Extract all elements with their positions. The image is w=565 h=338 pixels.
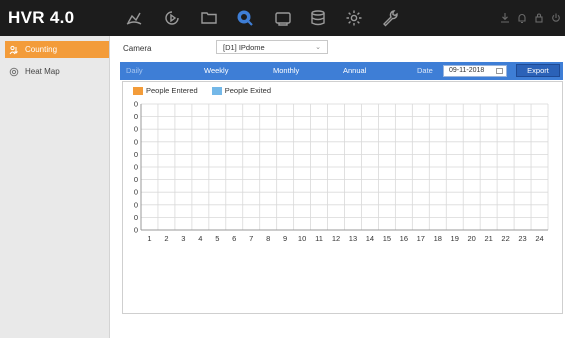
x-tick-label: 5 (215, 234, 219, 243)
x-tick-label: 20 (468, 234, 476, 243)
sidebar-item-heat-map[interactable]: Heat Map (5, 63, 109, 80)
date-value: 09-11-2018 (449, 67, 485, 74)
system-settings-icon[interactable] (341, 6, 367, 30)
sidebar-item-counting[interactable]: Counting (5, 41, 109, 58)
storage-icon[interactable] (305, 6, 331, 30)
x-tick-label: 14 (366, 234, 374, 243)
people-counting-chart: People Entered People Exited 0 0 0 0 0 0 0 0 0 0 0… (122, 81, 563, 314)
heat-map-icon (9, 67, 19, 76)
x-tick-label: 6 (232, 234, 236, 243)
tab-annual[interactable]: Annual (343, 66, 366, 75)
x-tick-label: 1 (147, 234, 151, 243)
legend-people-entered: People Entered (133, 86, 198, 95)
y-tick-label: 0 (134, 175, 138, 184)
live-view-icon[interactable] (121, 6, 147, 30)
x-tick-label: 4 (198, 234, 202, 243)
camera-select[interactable]: [D1] IPdome ⌄ (216, 40, 328, 54)
y-tick-label: 0 (134, 188, 138, 197)
y-tick-label: 0 (134, 200, 138, 209)
legend-people-exited: People Exited (211, 86, 272, 95)
file-management-icon[interactable] (196, 6, 222, 30)
y-tick-label: 0 (134, 112, 138, 121)
x-tick-label: 8 (266, 234, 270, 243)
y-tick-label: 0 (134, 100, 138, 109)
date-label: Date (417, 66, 433, 75)
y-tick-label: 0 (134, 163, 138, 172)
date-field[interactable]: 09-11-2018 (443, 65, 507, 77)
export-button[interactable]: Export (516, 64, 560, 77)
x-tick-label: 7 (249, 234, 253, 243)
chart-legend: People Entered People Exited (133, 86, 285, 95)
legend-label-entered: People Entered (146, 86, 198, 95)
alarm-icon[interactable] (517, 11, 527, 24)
y-tick-label: 0 (134, 213, 138, 222)
x-tick-label: 24 (535, 234, 543, 243)
x-tick-label: 3 (181, 234, 185, 243)
x-tick-label: 16 (400, 234, 408, 243)
report-period-tabs: Daily Weekly Monthly Annual Date 09-11-2… (120, 62, 563, 80)
chart-canvas: 000000000001 2 3 4 5 6 7 8 9 10 11 12 13 14 15 16 17 18 19… (134, 100, 549, 243)
legend-swatch-exited (211, 86, 222, 95)
playback-icon[interactable] (159, 6, 185, 30)
y-tick-label: 0 (134, 226, 138, 235)
x-tick-label: 13 (349, 234, 357, 243)
app-title: HVR 4.0 (8, 8, 75, 27)
legend-swatch-entered (133, 86, 143, 95)
top-bar: HVR 4.0 (0, 0, 565, 36)
sidebar-item-label: Heat Map (25, 67, 60, 76)
camera-icon[interactable] (270, 6, 296, 30)
download-icon[interactable] (500, 11, 510, 23)
y-tick-label: 0 (134, 137, 138, 146)
calendar-icon[interactable] (496, 68, 503, 74)
x-tick-label: 12 (332, 234, 340, 243)
power-icon[interactable] (551, 11, 561, 23)
sidebar-item-label: Counting (25, 45, 58, 54)
tab-daily[interactable]: Daily (126, 66, 143, 75)
chevron-down-icon: ⌄ (315, 44, 321, 51)
legend-label-exited: People Exited (224, 86, 272, 95)
x-tick-label: 22 (501, 234, 509, 243)
maintenance-icon[interactable] (377, 6, 403, 30)
x-tick-label: 21 (484, 234, 492, 243)
people-counting-icon (9, 45, 18, 54)
x-tick-label: 23 (518, 234, 526, 243)
lock-icon[interactable] (534, 11, 544, 23)
smart-analysis-icon[interactable] (232, 6, 258, 30)
x-tick-label: 2 (164, 234, 168, 243)
camera-select-value: [D1] IPdome (223, 43, 265, 52)
x-tick-label: 10 (298, 234, 306, 243)
x-tick-label: 17 (417, 234, 425, 243)
x-tick-label: 19 (451, 234, 459, 243)
y-tick-label: 0 (134, 150, 138, 159)
x-tick-label: 15 (383, 234, 391, 243)
y-tick-label: 0 (134, 125, 138, 134)
tab-monthly[interactable]: Monthly (273, 66, 299, 75)
main-panel: Camera [D1] IPdome ⌄ Daily Weekly Monthl… (110, 36, 565, 338)
x-tick-label: 11 (315, 234, 323, 243)
camera-label: Camera (123, 44, 152, 53)
x-tick-label: 18 (434, 234, 442, 243)
x-tick-label: 9 (283, 234, 287, 243)
tab-weekly[interactable]: Weekly (204, 66, 228, 75)
sidebar: Counting Heat Map (0, 36, 110, 338)
